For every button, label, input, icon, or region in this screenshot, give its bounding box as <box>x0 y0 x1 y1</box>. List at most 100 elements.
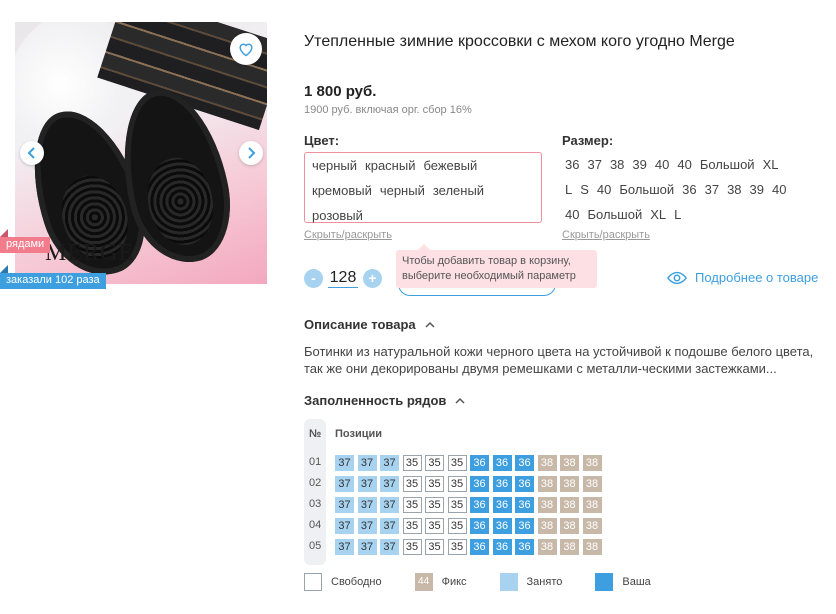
color-label: Цвет: <box>304 133 340 148</box>
position-cell-fix: 38 <box>560 518 579 534</box>
legend-busy: Занято <box>499 573 563 591</box>
size-option[interactable]: 38 <box>607 154 627 176</box>
size-option[interactable]: 40 <box>769 179 789 201</box>
grid-row: 37 37 37 35 35 35 36 36 36 38 38 38 <box>335 497 605 513</box>
position-cell-fix: 38 <box>560 455 579 471</box>
legend-busy-label: Занято <box>526 576 563 588</box>
position-cell-yours: 36 <box>470 497 489 513</box>
position-cell-busy: 37 <box>335 518 354 534</box>
size-option[interactable]: 36 <box>679 179 699 201</box>
size-option[interactable]: 40 <box>674 154 694 176</box>
color-option[interactable]: бежевый <box>420 155 480 177</box>
position-cell-free[interactable]: 35 <box>402 539 422 555</box>
quantity-decrease-button[interactable]: - <box>304 269 323 288</box>
legend-yours-label: Ваша <box>622 576 651 588</box>
quantity-input[interactable]: 128 <box>328 268 358 288</box>
position-cell-busy: 37 <box>357 476 377 492</box>
position-cell-busy: 37 <box>380 476 399 492</box>
color-option[interactable]: красный <box>362 155 418 177</box>
positions-header: Позиции <box>335 428 382 440</box>
position-cell-free[interactable]: 35 <box>402 476 422 492</box>
position-cell-free[interactable]: 35 <box>402 497 422 513</box>
chevron-right-icon <box>248 147 256 159</box>
size-option[interactable]: Большой <box>616 179 677 201</box>
position-cell-free[interactable]: 35 <box>402 518 422 534</box>
size-option[interactable]: Большой <box>697 154 758 176</box>
size-option[interactable]: 36 <box>562 154 582 176</box>
chevron-up-icon <box>425 321 435 328</box>
position-cell-yours: 36 <box>492 497 512 513</box>
description-text: Ботинки из натуральной кожи черного цвет… <box>304 344 814 376</box>
rows-fill-heading: Заполненность рядов <box>304 393 447 408</box>
color-options: черный красный бежевый кремовый черный зелены… <box>304 152 542 223</box>
quantity-increase-button[interactable]: + <box>363 269 382 288</box>
product-details-label: Подробнее о товаре <box>695 270 819 285</box>
price-note: 1900 руб. включая орг. сбор 16% <box>304 104 472 116</box>
position-cell-free[interactable]: 35 <box>402 455 422 471</box>
size-option[interactable]: 39 <box>629 154 649 176</box>
color-option[interactable]: кремовый <box>309 180 375 202</box>
photo-prev-button[interactable] <box>20 141 44 165</box>
photo-brand-text: MERGE <box>45 240 134 266</box>
favorite-button[interactable] <box>230 33 262 65</box>
position-cell-fix: 38 <box>537 455 557 471</box>
position-cell-fix: 38 <box>537 476 557 492</box>
size-option[interactable]: 37 <box>702 179 722 201</box>
position-cell-yours: 36 <box>470 518 489 534</box>
size-option[interactable]: XL <box>647 204 669 226</box>
position-cell-free[interactable]: 35 <box>447 539 467 555</box>
size-option[interactable]: L <box>562 179 575 201</box>
size-option[interactable]: 39 <box>747 179 767 201</box>
position-cell-yours: 36 <box>492 455 512 471</box>
size-option[interactable]: Большой <box>584 204 645 226</box>
position-cell-free[interactable]: 35 <box>447 497 467 513</box>
position-cell-fix: 38 <box>560 497 579 513</box>
eye-icon <box>667 271 687 284</box>
position-cell-fix: 38 <box>582 476 602 492</box>
legend-busy-swatch <box>499 573 518 591</box>
size-option[interactable]: 40 <box>562 204 582 226</box>
color-option[interactable]: черный <box>377 180 428 202</box>
chevron-left-icon <box>27 147 35 159</box>
position-cell-free[interactable]: 35 <box>447 476 467 492</box>
color-option[interactable]: черный <box>309 155 360 177</box>
position-cell-yours: 36 <box>470 455 489 471</box>
position-cell-busy: 37 <box>357 539 377 555</box>
position-cell-free[interactable]: 35 <box>447 518 467 534</box>
photo-next-button[interactable] <box>239 141 263 165</box>
position-cell-free[interactable]: 35 <box>425 518 444 534</box>
color-toggle-link[interactable]: Скрыть/раскрыть <box>304 229 392 241</box>
size-option[interactable]: L <box>671 204 684 226</box>
description-toggle[interactable]: Описание товара <box>304 317 435 332</box>
product-details-link[interactable]: Подробнее о товаре <box>667 270 818 285</box>
position-cell-yours: 36 <box>470 476 489 492</box>
position-cell-free[interactable]: 35 <box>425 455 444 471</box>
product-photo[interactable]: MERGE <box>15 22 267 284</box>
size-option[interactable]: 37 <box>584 154 604 176</box>
position-cell-free[interactable]: 35 <box>425 539 444 555</box>
position-cell-yours: 36 <box>515 455 534 471</box>
rows-fill-toggle[interactable]: Заполненность рядов <box>304 393 465 408</box>
position-cell-yours: 36 <box>470 539 489 555</box>
size-option[interactable]: 40 <box>594 179 614 201</box>
chevron-up-icon <box>455 397 465 404</box>
position-cell-fix: 38 <box>537 539 557 555</box>
position-cell-free[interactable]: 35 <box>425 476 444 492</box>
position-cell-busy: 37 <box>357 497 377 513</box>
position-cell-busy: 37 <box>357 518 377 534</box>
size-option[interactable]: XL <box>760 154 782 176</box>
color-option[interactable]: розовый <box>309 205 366 227</box>
size-option[interactable]: 40 <box>652 154 672 176</box>
size-option[interactable]: 38 <box>724 179 744 201</box>
size-option[interactable]: S <box>577 179 592 201</box>
position-cell-fix: 38 <box>582 518 602 534</box>
size-toggle-link[interactable]: Скрыть/раскрыть <box>562 229 650 241</box>
position-cell-busy: 37 <box>380 539 399 555</box>
position-cell-free[interactable]: 35 <box>425 497 444 513</box>
position-cell-busy: 37 <box>380 497 399 513</box>
position-cell-free[interactable]: 35 <box>447 455 467 471</box>
color-option[interactable]: зеленый <box>430 180 487 202</box>
position-cell-busy: 37 <box>335 539 354 555</box>
grid-row: 37 37 37 35 35 35 36 36 36 38 38 38 <box>335 539 605 555</box>
product-title: Утепленные зимние кроссовки с мехом кого… <box>304 33 735 50</box>
